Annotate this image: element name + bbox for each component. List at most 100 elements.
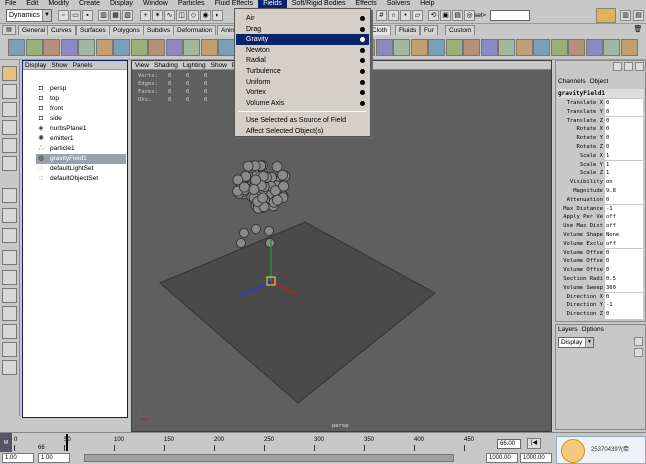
fields-menu-item-radial[interactable]: Radial (236, 55, 369, 66)
option-box-icon[interactable] (360, 26, 365, 32)
lightning-icon[interactable] (410, 39, 428, 56)
channel-scale-y[interactable]: Scale Y1 (558, 160, 644, 170)
start-time-field[interactable]: 1.00 (2, 453, 34, 463)
newton-field-icon[interactable] (113, 39, 130, 56)
outliner-item-side[interactable]: ◘ side (36, 114, 126, 124)
channel-value-field[interactable]: 0 (605, 292, 643, 302)
channel-value-field[interactable]: 0 (605, 125, 643, 134)
air-field-icon[interactable] (60, 39, 78, 56)
channel-value-field[interactable]: 0 (605, 116, 643, 126)
save-scene-icon[interactable]: ▪ (82, 10, 93, 21)
single-pane-layout-icon[interactable] (2, 250, 17, 265)
channel-box-menu-object[interactable]: Object (589, 77, 608, 86)
shelf-menu-icon[interactable]: ▤ (2, 25, 16, 35)
channel-value-field[interactable]: 0 (605, 195, 643, 205)
option-box-icon[interactable] (360, 47, 365, 53)
uniform-field-icon[interactable] (165, 39, 183, 56)
fields-menu-item-uniform[interactable]: Uniform (236, 77, 369, 88)
cloth-garment-icon[interactable] (585, 39, 603, 56)
snap-point-icon[interactable]: • (400, 10, 411, 21)
outliner-item-particle1[interactable]: ∴ particle1 (36, 144, 126, 154)
channel-direction-y[interactable]: Direction Y -1 (558, 301, 644, 310)
fields-menu-item-gravity[interactable]: Gravity (236, 34, 369, 46)
channel-volume-sweep[interactable]: Volume Sweep 360 (558, 283, 644, 293)
rigid-body-icon[interactable] (200, 39, 218, 56)
channel-value-field[interactable]: 0 (605, 248, 643, 258)
new-layer-icon[interactable] (634, 337, 643, 346)
channel-value-field[interactable]: 1 (605, 160, 643, 170)
channel-scale-z[interactable]: Scale Z1 (558, 169, 644, 178)
channel-rotate-z[interactable]: Rotate Z0 (558, 143, 644, 152)
outliner-item-gravityfield1[interactable]: ◍ gravityField1 (36, 154, 126, 164)
layer-from-selection-icon[interactable] (634, 348, 643, 357)
outliner-item-emitter1[interactable]: ✺ emitter1 (36, 134, 126, 144)
channel-direction-x[interactable]: Direction X0 (558, 292, 644, 302)
tab-fur[interactable]: Fur (420, 25, 438, 35)
scale-tool-icon[interactable] (2, 138, 17, 153)
last-tool-icon[interactable] (2, 228, 17, 243)
menu-soft-rigid-bodies[interactable]: Soft/Rigid Bodies (287, 0, 351, 8)
show-manipulator-icon[interactable] (2, 208, 17, 223)
option-box-icon[interactable] (360, 16, 365, 21)
channel-value-field[interactable]: 0 (605, 310, 643, 319)
channel-value-field[interactable]: 1 (605, 169, 643, 178)
current-time-marker[interactable] (66, 434, 68, 451)
menu-edit[interactable]: Edit (21, 0, 43, 8)
outliner-item-persp[interactable]: ◘ persp (36, 84, 126, 94)
channel-tab-icon[interactable] (613, 62, 622, 71)
channel-value-field[interactable]: 0 (605, 257, 643, 266)
shatter-icon[interactable] (428, 39, 445, 56)
mask-joint-icon[interactable]: ✶ (152, 10, 163, 21)
menu-create[interactable]: Create (74, 0, 105, 8)
layers-menu-layers[interactable]: Layers (558, 325, 578, 334)
option-box-icon[interactable] (360, 58, 365, 64)
render-icon[interactable]: ▣ (440, 10, 451, 21)
ipr-render-icon[interactable]: ▤ (452, 10, 463, 21)
radial-field-icon[interactable] (130, 39, 148, 56)
mask-dynamics-icon[interactable]: ◉ (200, 10, 211, 21)
select-by-component-icon[interactable]: ▧ (122, 10, 133, 21)
menu-help[interactable]: Help (415, 0, 439, 8)
fireworks-icon[interactable] (393, 39, 410, 56)
channel-value-field[interactable]: 0.5 (605, 275, 643, 284)
hypershade-layout-icon[interactable] (2, 342, 17, 357)
outliner-item-top[interactable]: ◘ top (36, 94, 126, 104)
channel-value-field[interactable]: off (605, 213, 643, 222)
cloth-solver-icon[interactable] (603, 39, 620, 56)
channel-value-field[interactable]: on (605, 178, 643, 187)
fields-menu-item-turbulence[interactable]: Turbulence (236, 66, 369, 77)
soft-body-icon[interactable] (218, 39, 235, 56)
ocean-icon[interactable] (515, 39, 533, 56)
snap-curve-icon[interactable]: ∩ (388, 10, 399, 21)
tab-surfaces[interactable]: Surfaces (76, 25, 110, 35)
menu-fields[interactable]: Fields (258, 0, 287, 8)
channel-direction-z[interactable]: Direction Z0 (558, 310, 644, 319)
channel-translate-x[interactable]: Translate X0 (558, 99, 644, 108)
menu-display[interactable]: Display (105, 0, 138, 8)
option-box-icon[interactable] (360, 100, 365, 106)
option-box-icon[interactable] (360, 79, 365, 85)
soft-mod-tool-icon[interactable] (2, 188, 17, 203)
channel-volume-offse[interactable]: Volume Offse 0 (558, 257, 644, 266)
select-by-object-icon[interactable]: ▦ (110, 10, 121, 21)
channel-value-field[interactable]: 0 (605, 99, 643, 108)
select-by-hierarchy-icon[interactable]: ▥ (98, 10, 109, 21)
quick-select-field[interactable] (490, 10, 530, 21)
user-icon[interactable] (596, 8, 616, 23)
lasso-tool-icon[interactable] (2, 84, 17, 99)
step-back-icon[interactable]: |◀ (527, 438, 541, 449)
channel-max-distance[interactable]: Max Distance -1 (558, 204, 644, 214)
surface-flow-icon[interactable] (463, 39, 480, 56)
channel-volume-offse[interactable]: Volume Offse 0 (558, 266, 644, 275)
outliner-layout-icon[interactable] (2, 306, 17, 321)
fluid-emitter-icon[interactable] (498, 39, 515, 56)
two-pane-layout-icon[interactable] (2, 288, 17, 303)
channel-visibility[interactable]: Visibility on (558, 178, 644, 187)
mask-deform-icon[interactable]: ◇ (188, 10, 199, 21)
option-box-icon[interactable] (360, 90, 365, 96)
history-icon[interactable]: ⟲ (428, 10, 439, 21)
end-time-field[interactable]: 1000.00 (520, 453, 552, 463)
menu-fluid-effects[interactable]: Fluid Effects (210, 0, 258, 8)
persp-graph-layout-icon[interactable] (2, 360, 17, 375)
vortex-field-icon[interactable] (183, 39, 200, 56)
